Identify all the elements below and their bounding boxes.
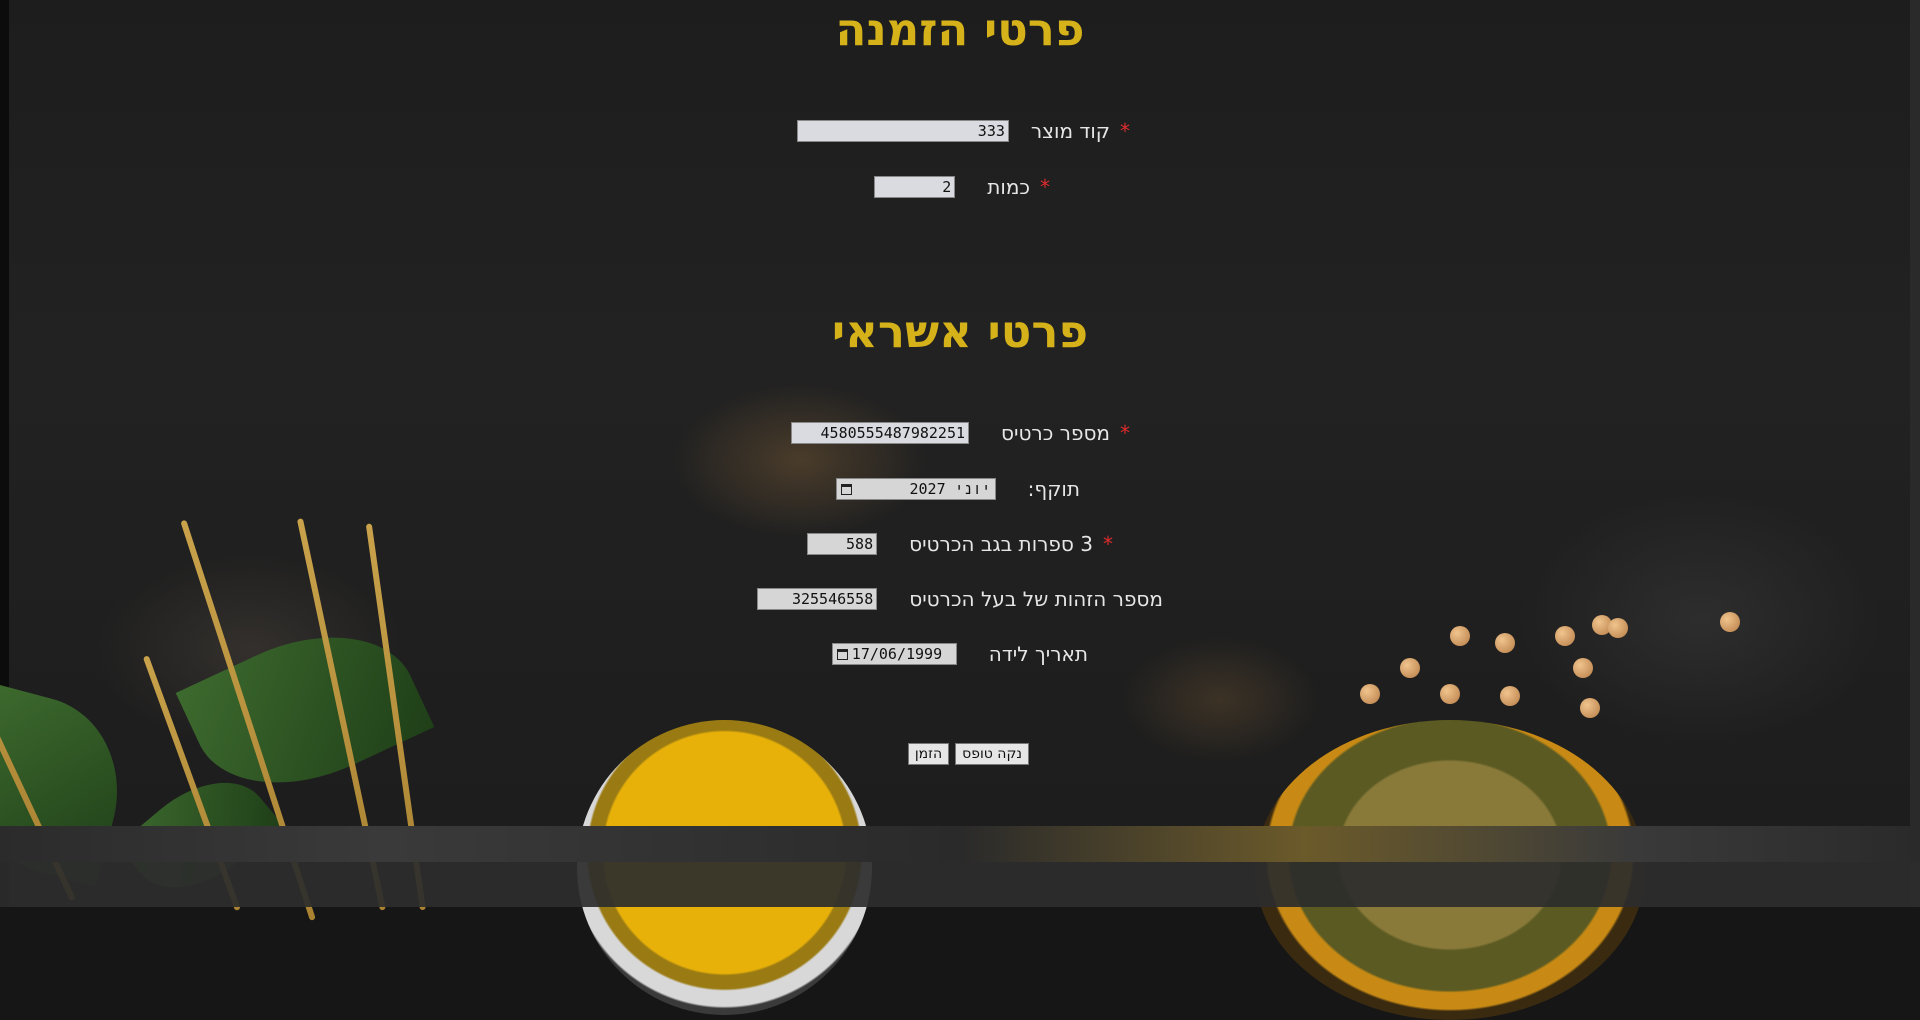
cvv-input[interactable] (807, 533, 878, 555)
chickpea-icon (1500, 686, 1520, 706)
clear-form-button[interactable]: נקה טופס (955, 743, 1029, 765)
quantity-row: * כמות (874, 175, 1050, 199)
expiry-row: תוקף: יוני 2027 (835, 477, 1080, 501)
chickpea-icon (1608, 618, 1628, 638)
chickpea-icon (1555, 626, 1575, 646)
birth-date-input[interactable]: 17/06/1999 (831, 643, 957, 665)
holder-id-label: מספר הזהות של בעל הכרטיס (909, 587, 1163, 611)
birth-date-label: תאריך לידה (988, 642, 1088, 666)
required-mark: * (1120, 119, 1130, 143)
calendar-icon (836, 648, 848, 660)
chickpea-icon (1400, 658, 1420, 678)
expiry-month-input[interactable]: יוני 2027 (835, 478, 996, 500)
order-section-title: פרטי הזמנה (835, 3, 1085, 56)
chickpea-icon (1580, 698, 1600, 718)
ingredients-strip (0, 826, 1920, 862)
credit-section-title: פרטי אשראי (831, 305, 1089, 358)
chickpea-icon (1720, 612, 1740, 632)
card-number-input[interactable] (791, 422, 970, 444)
chickpea-icon (1495, 633, 1515, 653)
required-mark: * (1103, 532, 1113, 556)
birth-date-row: תאריך לידה 17/06/1999 (831, 642, 1088, 666)
quantity-label: כמות (987, 175, 1030, 199)
form-buttons: נקה טופס הזמן (907, 743, 1029, 765)
product-code-input[interactable] (796, 120, 1009, 142)
card-number-row: * מספר כרטיס (791, 421, 1130, 445)
expiry-label: תוקף: (1027, 477, 1080, 501)
product-code-row: * קוד מוצר (796, 119, 1130, 143)
footer-bar (0, 862, 1920, 907)
birth-date-value: 17/06/1999 (851, 645, 943, 663)
chickpea-icon (1573, 658, 1593, 678)
right-edge (1910, 0, 1920, 907)
expiry-value: יוני 2027 (909, 479, 991, 498)
required-mark: * (1120, 421, 1130, 445)
quantity-input[interactable] (874, 176, 956, 198)
cvv-label: 3 ספרות בגב הכרטיס (909, 532, 1093, 556)
chickpea-icon (1360, 684, 1380, 704)
product-code-label: קוד מוצר (1030, 119, 1110, 143)
card-number-label: מספר כרטיס (1001, 421, 1110, 445)
chickpea-icon (1450, 626, 1470, 646)
order-button[interactable]: הזמן (907, 743, 950, 765)
calendar-icon (840, 483, 852, 495)
chickpea-icon (1440, 684, 1460, 704)
cvv-row: * 3 ספרות בגב הכרטיס (807, 532, 1113, 556)
holder-id-input[interactable] (757, 588, 878, 610)
required-mark: * (1040, 175, 1050, 199)
holder-id-row: מספר הזהות של בעל הכרטיס (757, 587, 1163, 611)
